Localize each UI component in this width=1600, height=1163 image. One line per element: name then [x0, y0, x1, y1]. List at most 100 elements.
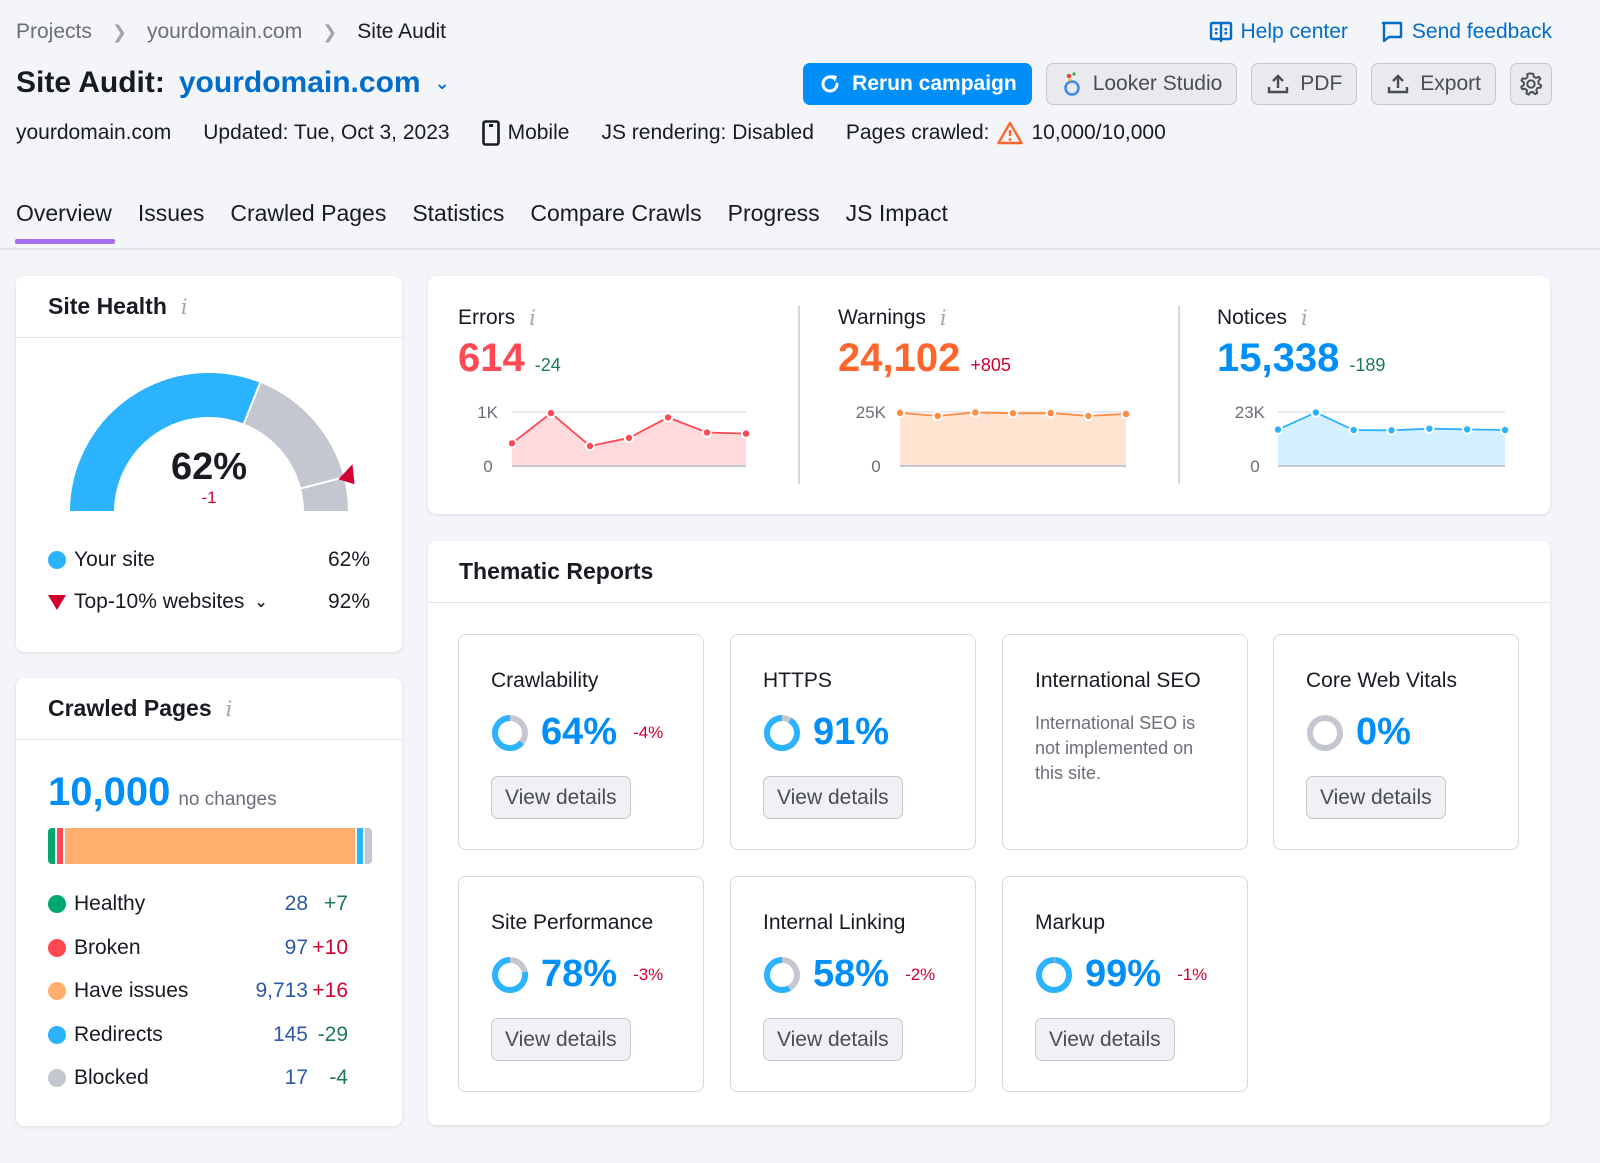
stack-segment-have-issues[interactable]	[65, 828, 355, 864]
report-card-https: HTTPS 91% View details	[730, 634, 976, 850]
sparkline-point[interactable]	[932, 410, 943, 422]
chevron-right-icon: ❯	[322, 21, 338, 42]
info-icon[interactable]: i	[1301, 306, 1308, 330]
row-label: Blocked	[74, 1066, 149, 1089]
warning-icon	[997, 121, 1024, 145]
view-details-button[interactable]: View details	[763, 1018, 903, 1061]
view-details-button[interactable]: View details	[491, 776, 631, 819]
sparkline-point[interactable]	[1461, 424, 1473, 435]
tab-crawled-pages[interactable]: Crawled Pages	[230, 200, 386, 239]
stack-segment-redirects[interactable]	[356, 828, 364, 864]
metric-label: Notices	[1217, 306, 1288, 329]
stack-segment-blocked[interactable]	[365, 828, 372, 864]
crawled-total[interactable]: 10,000	[48, 770, 170, 815]
tab-overview[interactable]: Overview	[15, 200, 115, 244]
stack-segment-broken[interactable]	[56, 828, 64, 864]
row-count[interactable]: 97	[285, 936, 308, 960]
sparkline-point[interactable]	[970, 407, 981, 418]
report-delta: -4%	[633, 722, 664, 742]
sparkline-point[interactable]	[1120, 408, 1132, 420]
info-icon[interactable]: i	[181, 295, 188, 319]
view-details-button[interactable]: View details	[491, 1018, 631, 1061]
tab-js-impact[interactable]: JS Impact	[846, 200, 948, 239]
crawled-row-healthy[interactable]: Healthy 28 +7	[48, 892, 348, 916]
stack-segment-healthy[interactable]	[48, 828, 55, 864]
sparkline-point[interactable]	[894, 407, 906, 419]
sparkline-point[interactable]	[1272, 424, 1284, 435]
site-health-card: Site Health i 62% -1 Your site 62% Top-1…	[16, 276, 402, 652]
sparkline-area	[1278, 412, 1505, 466]
sparkline-point[interactable]	[662, 412, 674, 423]
score-donut-icon	[764, 714, 800, 751]
meta-updated: Updated: Tue, Oct 3, 2023	[203, 121, 450, 144]
tabs-divider	[0, 248, 1600, 250]
settings-button[interactable]	[1510, 63, 1552, 105]
pdf-button[interactable]: PDF	[1251, 63, 1358, 105]
report-card-markup: Markup 99% -1% View details	[1002, 876, 1248, 1092]
sparkline-point[interactable]	[1045, 407, 1056, 419]
sparkline-point[interactable]	[1386, 425, 1397, 436]
pages-crawled-value: 10,000/10,000	[1031, 121, 1166, 144]
sparkline-area	[900, 412, 1126, 466]
sparkline-point[interactable]	[701, 427, 713, 438]
legend-dot	[48, 1025, 66, 1044]
sparkline-point[interactable]	[1499, 424, 1511, 436]
notices-value[interactable]: 15,338	[1217, 336, 1339, 381]
rerun-campaign-button[interactable]: Rerun campaign	[803, 63, 1032, 105]
legend-label: Top-10% websites	[74, 590, 245, 613]
rerun-label: Rerun campaign	[852, 72, 1017, 95]
sparkline-point[interactable]	[584, 440, 596, 452]
site-health-title: Site Health	[48, 293, 167, 319]
send-feedback-link[interactable]: Send feedback	[1380, 20, 1552, 44]
row-count[interactable]: 145	[273, 1023, 308, 1047]
chevron-down-icon[interactable]: ⌄	[435, 73, 450, 94]
info-icon[interactable]: i	[529, 306, 536, 330]
tab-issues[interactable]: Issues	[138, 200, 204, 239]
view-details-button[interactable]: View details	[763, 776, 903, 819]
sparkline-point[interactable]	[1348, 424, 1359, 436]
score-donut-icon	[492, 956, 528, 993]
crawled-row-redirects[interactable]: Redirects 145 -29	[48, 1023, 348, 1047]
report-name: Internal Linking	[763, 911, 906, 934]
row-count[interactable]: 28	[285, 892, 308, 916]
breadcrumb-domain[interactable]: yourdomain.com	[147, 20, 302, 44]
report-card-internal-linking: Internal Linking 58% -2% View details	[730, 876, 976, 1092]
crawled-total-change: no changes	[178, 789, 277, 810]
metric-label: Errors	[458, 306, 516, 329]
divider	[1178, 306, 1180, 484]
warnings-value[interactable]: 24,102	[838, 336, 960, 381]
tab-statistics[interactable]: Statistics	[412, 200, 504, 239]
row-count[interactable]: 9,713	[255, 979, 308, 1003]
notices-sparkline: 23K 0	[1235, 403, 1511, 476]
sparkline-point[interactable]	[506, 438, 518, 449]
crawled-row-broken[interactable]: Broken 97 +10	[48, 936, 348, 960]
sparkline-point[interactable]	[1083, 410, 1094, 422]
breadcrumb-projects[interactable]: Projects	[16, 20, 92, 44]
export-label: Export	[1420, 72, 1481, 95]
tab-progress[interactable]: Progress	[728, 200, 820, 239]
view-details-button[interactable]: View details	[1306, 776, 1446, 819]
gear-icon	[1520, 72, 1543, 96]
sparkline-point[interactable]	[623, 432, 635, 444]
export-button[interactable]: Export	[1371, 63, 1496, 105]
tab-compare-crawls[interactable]: Compare Crawls	[530, 200, 701, 239]
device-label: Mobile	[507, 121, 570, 144]
errors-value[interactable]: 614	[458, 336, 525, 381]
sparkline-point[interactable]	[545, 407, 557, 419]
looker-studio-button[interactable]: Looker Studio	[1045, 63, 1238, 105]
help-center-link[interactable]: Help center	[1209, 20, 1348, 44]
sparkline-point[interactable]	[740, 428, 752, 439]
info-icon[interactable]: i	[226, 697, 233, 721]
project-domain-selector[interactable]: yourdomain.com	[179, 66, 421, 100]
row-delta: +10	[312, 935, 348, 959]
view-details-button[interactable]: View details	[1035, 1018, 1175, 1061]
legend-dot	[48, 895, 66, 913]
crawled-row-blocked[interactable]: Blocked 17 -4	[48, 1066, 348, 1090]
sparkline-point[interactable]	[1424, 423, 1435, 434]
crawled-row-have-issues[interactable]: Have issues 9,713 +16	[48, 979, 348, 1003]
sparkline-point[interactable]	[1007, 408, 1019, 419]
row-count[interactable]: 17	[285, 1066, 308, 1090]
info-icon[interactable]: i	[940, 306, 947, 330]
chevron-down-icon[interactable]: ⌄	[254, 592, 267, 612]
sparkline-point[interactable]	[1310, 407, 1322, 418]
